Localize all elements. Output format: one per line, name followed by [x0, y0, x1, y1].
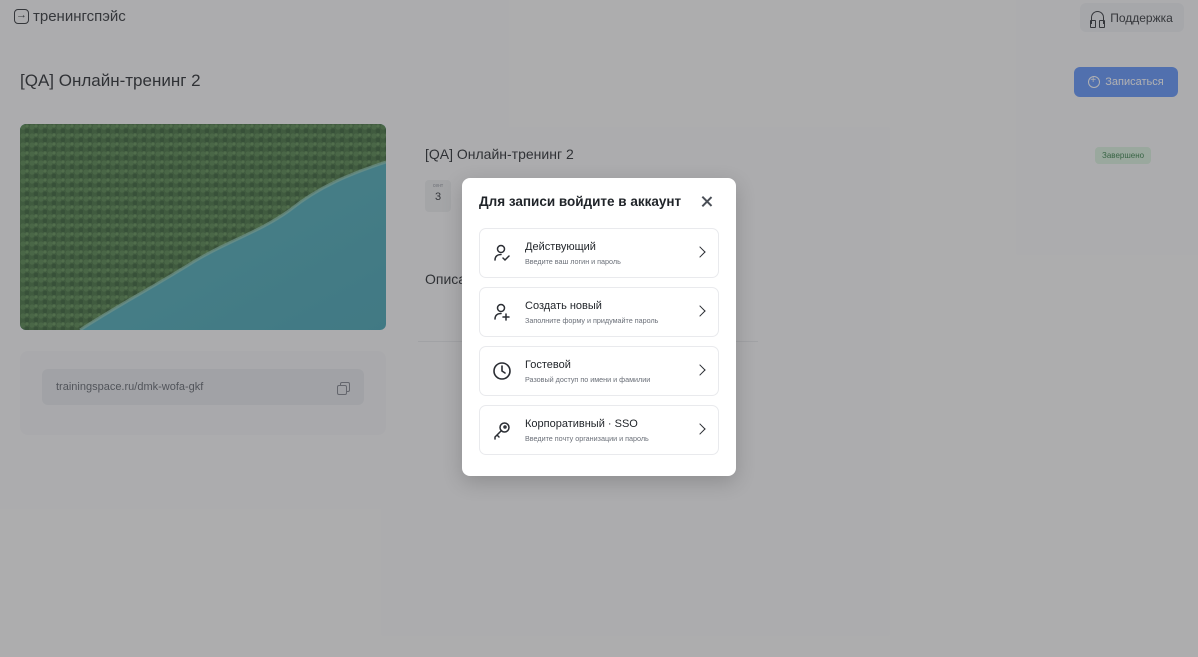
option-title: Гостевой	[525, 359, 571, 371]
option-guest[interactable]: Гостевой Разовый доступ по имени и фамил…	[479, 346, 719, 396]
clock-icon	[492, 361, 512, 381]
option-corporate-sso[interactable]: Корпоративный · SSO Введите почту органи…	[479, 405, 719, 455]
chevron-right-icon	[694, 364, 706, 376]
option-title: Корпоративный · SSO	[525, 418, 638, 430]
close-icon[interactable]	[700, 195, 714, 209]
user-check-icon	[492, 243, 512, 263]
option-subtitle: Введите ваш логин и пароль	[525, 257, 621, 266]
option-subtitle: Заполните форму и придумайте пароль	[525, 316, 659, 325]
modal-title: Для записи войдите в аккаунт	[479, 194, 682, 209]
chevron-right-icon	[694, 305, 706, 317]
login-modal: Для записи войдите в аккаунт Действующий…	[462, 178, 736, 476]
key-icon	[492, 420, 512, 440]
option-title: Действующий	[525, 241, 596, 253]
option-title: Создать новый	[525, 300, 602, 312]
chevron-right-icon	[694, 423, 706, 435]
option-subtitle: Разовый доступ по имени и фамилии	[525, 375, 651, 384]
option-subtitle: Введите почту организации и пароль	[525, 434, 649, 443]
option-create-account[interactable]: Создать новый Заполните форму и придумай…	[479, 287, 719, 337]
option-existing-account[interactable]: Действующий Введите ваш логин и пароль	[479, 228, 719, 278]
chevron-right-icon	[694, 246, 706, 258]
user-plus-icon	[492, 302, 512, 322]
